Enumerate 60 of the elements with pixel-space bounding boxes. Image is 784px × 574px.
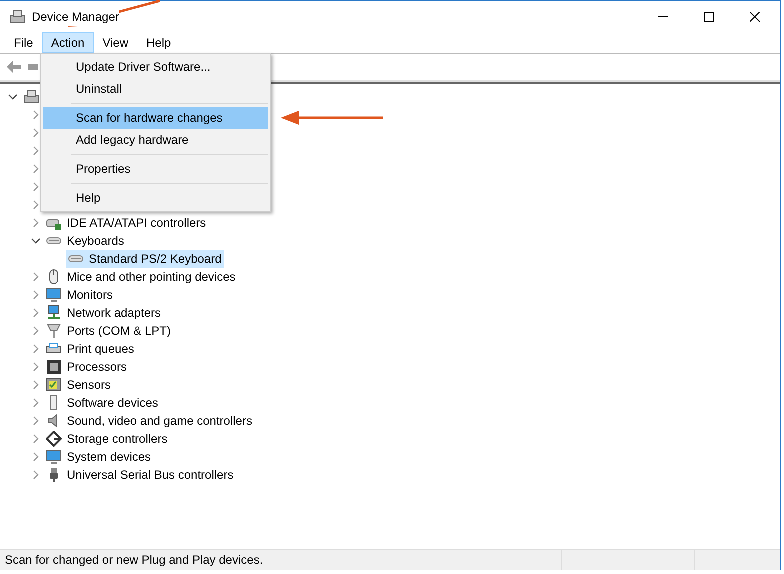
tree-item[interactable]: Storage controllers [44, 430, 170, 448]
tree-item[interactable]: Keyboards [44, 232, 126, 250]
chevron-right-icon[interactable] [31, 470, 41, 480]
menu-item[interactable]: Help [138, 32, 180, 53]
tree-item[interactable]: Universal Serial Bus controllers [44, 466, 236, 484]
menu-entry[interactable]: Properties [43, 158, 268, 180]
tree-item[interactable]: Network adapters [44, 304, 164, 322]
chevron-right-icon[interactable] [31, 434, 41, 444]
tree-item[interactable]: Sound, video and game controllers [44, 412, 254, 430]
chevron-down-icon[interactable] [8, 92, 18, 102]
port-icon [46, 323, 62, 339]
chevron-right-icon[interactable] [31, 218, 41, 228]
chevron-right-icon[interactable] [31, 164, 41, 174]
menu-item[interactable]: View [94, 32, 138, 53]
chevron-right-icon[interactable] [31, 380, 41, 390]
menu-entry[interactable]: Uninstall [43, 78, 268, 100]
menu-entry[interactable]: Update Driver Software... [43, 56, 268, 78]
menu-item[interactable]: File [5, 32, 42, 53]
chevron-down-icon[interactable] [31, 236, 41, 246]
chevron-right-icon[interactable] [31, 416, 41, 426]
chevron-right-icon[interactable] [31, 110, 41, 120]
monitor-icon [46, 287, 62, 303]
back-arrow-icon[interactable] [6, 59, 22, 75]
close-icon [750, 12, 760, 22]
chevron-right-icon[interactable] [31, 128, 41, 138]
tree-item[interactable]: Processors [44, 358, 130, 376]
chevron-right-icon[interactable] [31, 398, 41, 408]
status-text: Scan for changed or new Plug and Play devices. [4, 552, 264, 569]
computer-icon [10, 8, 26, 24]
chip-icon [46, 359, 62, 375]
chevron-right-icon[interactable] [31, 182, 41, 192]
chevron-right-icon[interactable] [31, 344, 41, 354]
monitor-icon [46, 449, 62, 465]
menu-entry[interactable]: Scan for hardware changes [43, 107, 268, 129]
chevron-right-icon[interactable] [31, 272, 41, 282]
tree-item[interactable]: Standard PS/2 Keyboard [66, 250, 224, 268]
maximize-icon [704, 12, 714, 22]
chevron-right-icon[interactable] [31, 452, 41, 462]
chevron-right-icon[interactable] [31, 200, 41, 210]
tree-item[interactable]: System devices [44, 448, 154, 466]
tree-item[interactable]: Mice and other pointing devices [44, 268, 238, 286]
storage-icon [46, 431, 62, 447]
tree-item[interactable]: Print queues [44, 340, 136, 358]
chevron-right-icon[interactable] [31, 362, 41, 372]
chevron-right-icon[interactable] [31, 326, 41, 336]
sensor-icon [46, 377, 62, 393]
network-icon [46, 305, 62, 321]
computer-icon [24, 89, 40, 105]
menu-item[interactable]: Action [42, 32, 94, 53]
window-title: Device Manager [32, 8, 120, 26]
tree-item[interactable]: Ports (COM & LPT) [44, 322, 174, 340]
tree-item[interactable]: Software devices [44, 394, 160, 412]
menu-entry[interactable]: Help [43, 187, 268, 209]
tree-item[interactable]: Sensors [44, 376, 114, 394]
chevron-right-icon[interactable] [31, 290, 41, 300]
chevron-right-icon[interactable] [31, 308, 41, 318]
chevron-right-icon[interactable] [31, 146, 41, 156]
tree-item[interactable]: Monitors [44, 286, 116, 304]
menu-entry[interactable]: Add legacy hardware [43, 129, 268, 151]
tree-item[interactable]: IDE ATA/ATAPI controllers [44, 214, 208, 232]
